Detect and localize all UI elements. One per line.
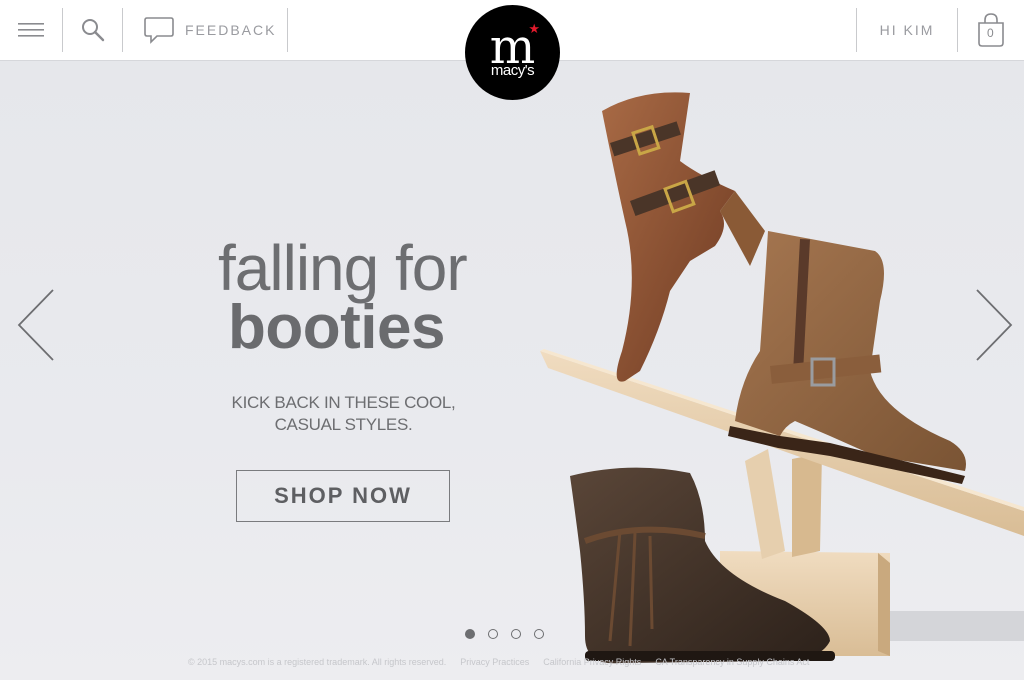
feedback-label: FEEDBACK: [185, 22, 277, 38]
chevron-left-icon: [17, 289, 54, 361]
subline-line-2: CASUAL STYLES.: [274, 415, 413, 434]
shopping-bag-button[interactable]: 0: [958, 0, 1024, 60]
carousel-pager: [465, 629, 544, 639]
hero-banner: falling for booties KICK BACK IN THESE C…: [0, 61, 1024, 680]
search-button[interactable]: [63, 0, 122, 60]
account-greeting[interactable]: HI KIM: [857, 0, 957, 60]
previous-slide-button[interactable]: [16, 288, 56, 367]
divider: [287, 8, 288, 52]
privacy-link[interactable]: Privacy Practices: [460, 657, 529, 667]
copyright-text: © 2015 macys.com is a registered tradema…: [188, 657, 447, 667]
pager-dot-2[interactable]: [488, 629, 498, 639]
speech-bubble-icon: [144, 17, 174, 44]
pager-dot-1[interactable]: [465, 629, 475, 639]
pager-dot-3[interactable]: [511, 629, 521, 639]
pager-dot-4[interactable]: [534, 629, 544, 639]
star-icon: ★: [528, 21, 540, 36]
california-privacy-link[interactable]: California Privacy Rights: [543, 657, 641, 667]
hamburger-menu-icon: [18, 23, 44, 37]
next-slide-button[interactable]: [974, 288, 1014, 367]
macys-logo[interactable]: ★ m macy's: [465, 5, 560, 100]
chevron-right-icon: [976, 289, 1013, 361]
boots-product-image[interactable]: [530, 81, 1024, 671]
subline-line-1: KICK BACK IN THESE COOL,: [231, 393, 456, 412]
hero-subline: KICK BACK IN THESE COOL, CASUAL STYLES.: [216, 392, 471, 436]
legal-footer: © 2015 macys.com is a registered tradema…: [188, 657, 809, 667]
logo-wordmark: macy's: [490, 61, 535, 79]
supply-chain-link[interactable]: CA Transparency in Supply Chains Act: [655, 657, 809, 667]
bag-count: 0: [987, 26, 994, 40]
menu-button[interactable]: [0, 0, 62, 60]
headline-line-2: booties: [228, 293, 445, 362]
shop-now-button[interactable]: SHOP NOW: [236, 470, 450, 522]
feedback-button[interactable]: FEEDBACK: [123, 0, 287, 60]
search-icon: [81, 19, 104, 42]
